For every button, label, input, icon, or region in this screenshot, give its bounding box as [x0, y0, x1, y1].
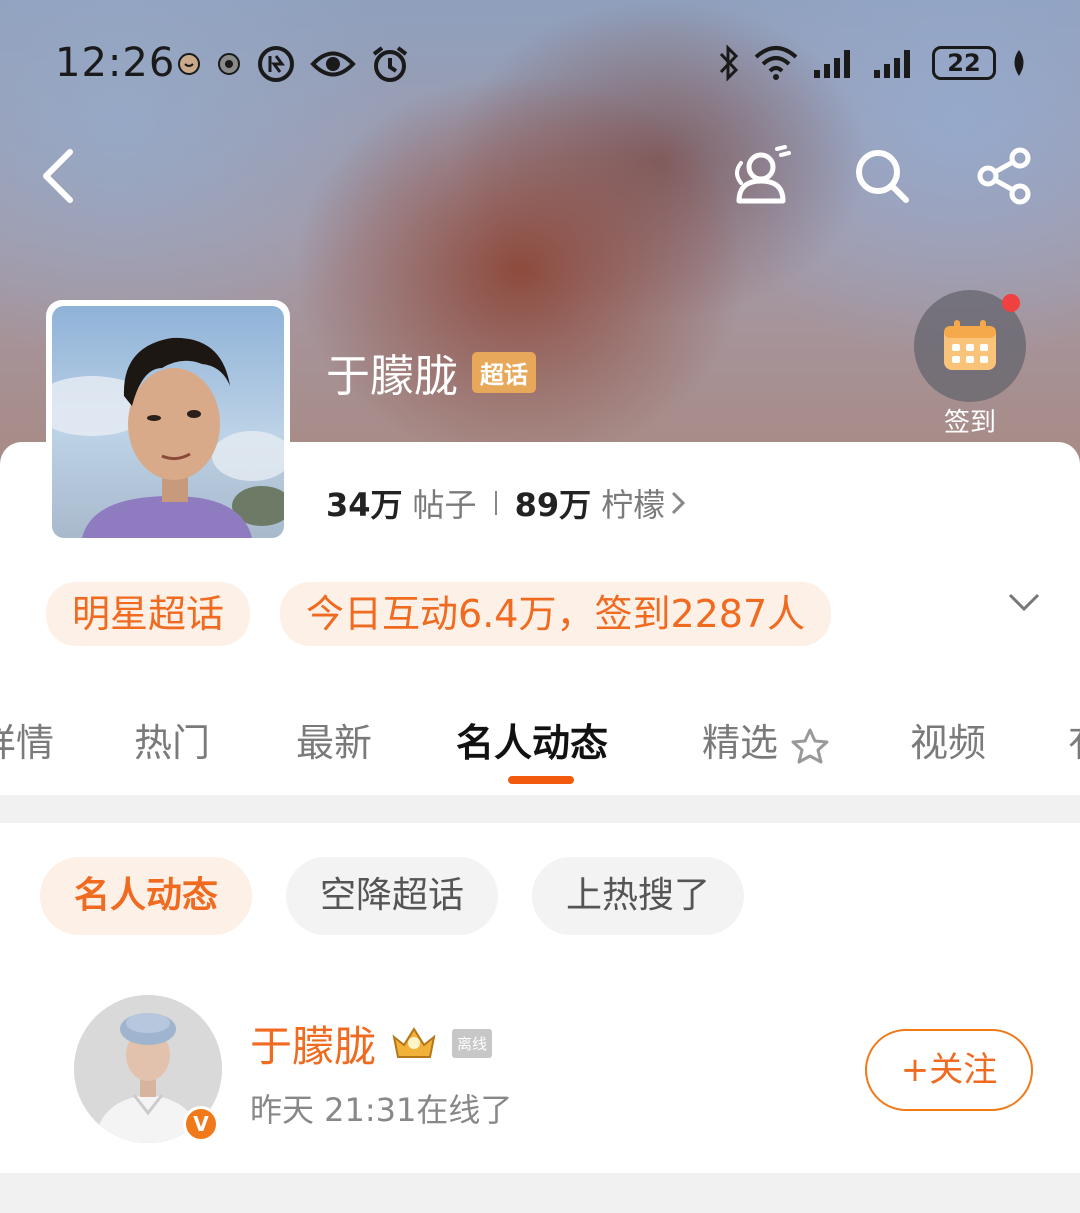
tab-latest[interactable]: 最新: [296, 712, 372, 767]
status-bar: 12:26 22: [0, 30, 1080, 96]
alarm-icon: [372, 46, 408, 82]
posts-count: 34万: [326, 486, 403, 524]
active-tab-indicator: [508, 776, 574, 784]
tab-video[interactable]: 视频: [910, 712, 986, 767]
offline-tag: 离线: [452, 1029, 493, 1058]
share-icon: [977, 147, 1031, 205]
follow-button[interactable]: +关注: [865, 1029, 1033, 1111]
top-nav: [0, 130, 1080, 220]
signal-icon: [814, 50, 850, 78]
portrait-illustration: [52, 337, 284, 538]
expand-button[interactable]: [1006, 590, 1042, 618]
avatar: [52, 306, 284, 538]
user-header: 于朦胧 10 离线: [250, 1013, 493, 1074]
topic-name: 于朦胧: [326, 351, 458, 402]
tab-featured-label: 精选: [702, 721, 779, 765]
divider: [494, 491, 497, 515]
back-button[interactable]: [22, 140, 94, 212]
signin-button[interactable]: [914, 290, 1026, 402]
chip-trending[interactable]: 上热搜了: [532, 857, 745, 935]
star-icon: [791, 728, 829, 763]
community-button[interactable]: [724, 140, 796, 212]
eye-icon: [310, 51, 356, 77]
posts-label: 帖子: [412, 486, 477, 524]
notification-dot: [1002, 294, 1020, 312]
chevron-down-icon: [1008, 593, 1040, 612]
tab-hot[interactable]: 热门: [134, 712, 210, 767]
topic-title: 于朦胧 超话: [326, 340, 536, 404]
chip-airdrop-topic[interactable]: 空降超话: [286, 857, 499, 935]
last-online-status: 昨天 21:31在线了: [250, 1091, 513, 1129]
search-icon: [856, 150, 909, 203]
filter-chips: 名人动态 空降超话 上热搜了: [40, 857, 745, 935]
community-icon: [735, 145, 791, 204]
fans-label: 柠檬: [601, 486, 666, 524]
feed-section: 名人动态 空降超话 上热搜了 V 于朦胧 10 离线 昨天 21:31在线了 +…: [0, 823, 1080, 1173]
chip-celebrity-news[interactable]: 名人动态: [40, 857, 253, 935]
topic-stats[interactable]: 34万 帖子 89万 柠檬: [326, 480, 687, 526]
clock: 12:26: [55, 40, 176, 86]
verified-badge: V: [183, 1106, 219, 1142]
wifi-icon: [754, 46, 798, 80]
tab-bar: 详情 热门 最新 名人动态 精选 视频 有: [0, 712, 1080, 782]
tab-details[interactable]: 详情: [0, 712, 54, 767]
signal-icon: [874, 50, 910, 78]
notification-icon: [178, 53, 200, 75]
chevron-right-icon: [672, 491, 686, 515]
tab-celebrity-news[interactable]: 名人动态: [456, 712, 608, 767]
tab-more[interactable]: 有: [1068, 712, 1080, 767]
activity-pill: 今日互动6.4万，签到2287人: [280, 582, 832, 646]
share-button[interactable]: [968, 140, 1040, 212]
topic-avatar[interactable]: [46, 300, 290, 544]
topic-tags: 明星超话 今日互动6.4万，签到2287人: [46, 582, 832, 646]
fans-count: 89万: [514, 486, 592, 524]
tab-featured[interactable]: 精选: [702, 712, 830, 767]
crown-level-icon: [392, 1026, 436, 1058]
category-pill[interactable]: 明星超话: [46, 582, 251, 646]
user-name[interactable]: 于朦胧: [250, 1013, 376, 1074]
super-topic-badge: 超话: [472, 351, 536, 393]
calendar-icon: [944, 320, 996, 370]
signin-label: 签到: [943, 408, 996, 438]
back-icon: [43, 149, 73, 203]
search-button[interactable]: [846, 140, 918, 212]
leaf-icon: [1014, 50, 1024, 76]
app-icon: [218, 53, 240, 75]
bluetooth-icon: [719, 44, 739, 82]
data-icon: [258, 46, 294, 82]
battery-icon: 22: [932, 46, 996, 80]
